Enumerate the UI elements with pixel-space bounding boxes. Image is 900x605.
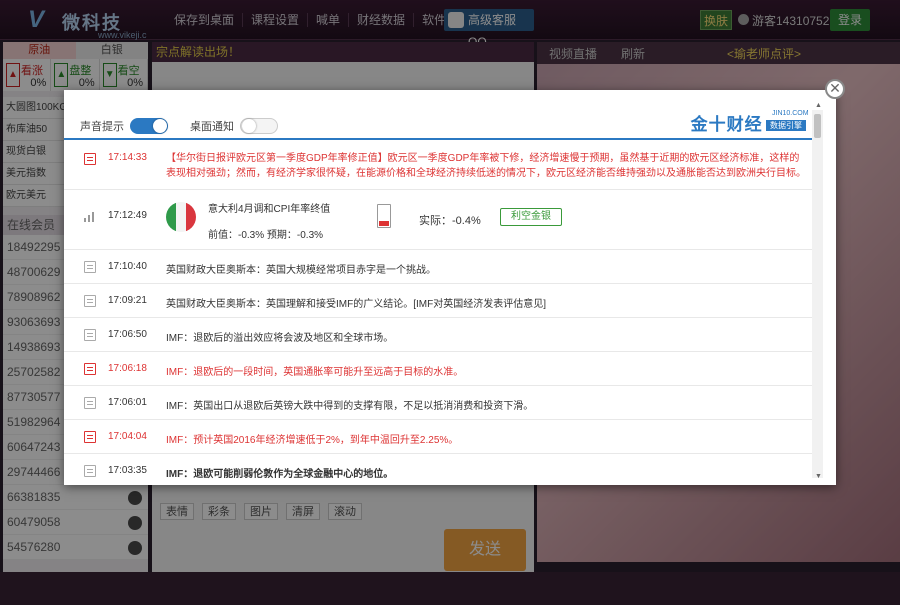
economic-data-item[interactable]: 17:12:49 意大利4月调和CPI年率终值 前值：-0.3% 预期：-0.3% 实… — [64, 190, 812, 250]
document-icon — [84, 363, 96, 375]
data-title: 意大利4月调和CPI年率终值 — [208, 204, 331, 215]
document-icon — [84, 465, 96, 477]
scroll-thumb[interactable] — [814, 114, 821, 138]
desktop-toggle-label: 桌面通知 — [190, 121, 234, 133]
document-icon — [84, 397, 96, 409]
scroll-down-icon[interactable]: ▼ — [815, 473, 822, 480]
news-time: 17:06:01 — [108, 397, 147, 408]
italy-flag-icon — [166, 202, 196, 232]
news-time: 17:09:21 — [108, 295, 147, 306]
data-actual: 实际：-0.4% — [419, 215, 481, 227]
modal-header: 声音提示 桌面通知 金十财经 JIN10.COM 数据引擎 — [64, 90, 812, 140]
news-item[interactable]: 17:04:04 IMF：预计英国2016年经济增速低于2%，到年中温回升至2.2… — [64, 420, 812, 454]
toggle-knob — [153, 119, 167, 133]
news-time: 17:06:50 — [108, 329, 147, 340]
document-icon — [84, 329, 96, 341]
notification-toggles: 声音提示 桌面通知 — [80, 118, 300, 134]
news-time: 17:06:18 — [108, 363, 147, 374]
news-item[interactable]: 17:03:35 IMF：退欧可能削弱伦敦作为全球金融中心的地位。 — [64, 454, 812, 485]
close-icon[interactable]: ✕ — [825, 79, 845, 99]
news-text: IMF：退欧后的一段时间，英国通胀率可能升至远高于目标的水准。 — [166, 367, 464, 378]
news-item[interactable]: 17:06:18 IMF：退欧后的一段时间，英国通胀率可能升至远高于目标的水准。 — [64, 352, 812, 386]
jin10-brand[interactable]: 金十财经 JIN10.COM 数据引擎 — [690, 110, 809, 134]
news-time: 17:12:49 — [108, 210, 147, 221]
toggle-knob — [242, 119, 256, 133]
news-text: IMF：预计英国2016年经济增速低于2%，到年中温回升至2.25%。 — [166, 435, 459, 446]
brand-tag: 数据引擎 — [766, 120, 806, 131]
bar-chart-icon — [84, 212, 96, 222]
news-flash-modal: 声音提示 桌面通知 金十财经 JIN10.COM 数据引擎 17:14:33 【华… — [64, 90, 836, 485]
document-icon — [84, 153, 96, 165]
news-text: IMF：英国出口从退欧后英镑大跌中得到的支撑有限，不足以抵消消费和投资下滑。 — [166, 401, 534, 412]
document-icon — [84, 295, 96, 307]
sound-toggle-label: 声音提示 — [80, 121, 124, 133]
news-item[interactable]: 17:06:50 IMF：退欧后的溢出效应将会波及地区和全球市场。 — [64, 318, 812, 352]
news-text: 英国财政大臣奥斯本：英国理解和接受IMF的广义结论。[IMF对英国经济发表评估意… — [166, 299, 546, 310]
document-icon — [84, 261, 96, 273]
impact-badge: 利空金银 — [500, 208, 562, 226]
scroll-up-icon[interactable]: ▲ — [815, 102, 822, 109]
news-time: 17:10:40 — [108, 261, 147, 272]
news-item[interactable]: 17:06:01 IMF：英国出口从退欧后英镑大跌中得到的支撑有限，不足以抵消消费… — [64, 386, 812, 420]
news-text: IMF：退欧可能削弱伦敦作为全球金融中心的地位。 — [166, 469, 394, 480]
sound-toggle[interactable] — [130, 118, 168, 134]
impact-level-icon — [377, 204, 391, 228]
desktop-toggle[interactable] — [240, 118, 278, 134]
news-time: 17:03:35 — [108, 465, 147, 476]
news-text: IMF：退欧后的溢出效应将会波及地区和全球市场。 — [166, 333, 394, 344]
news-scrollbar[interactable]: ▲ ▼ — [812, 102, 823, 480]
news-text: 【华尔街日报评欧元区第一季度GDP年率修正值】欧元区一季度GDP年率被下修，经济… — [166, 153, 806, 179]
news-item[interactable]: 17:10:40 英国财政大臣奥斯本：英国大规模经常项目赤字是一个挑战。 — [64, 250, 812, 284]
brand-name: 金十财经 — [690, 115, 763, 134]
news-item[interactable]: 17:09:21 英国财政大臣奥斯本：英国理解和接受IMF的广义结论。[IMF对英… — [64, 284, 812, 318]
news-list[interactable]: 17:14:33 【华尔街日报评欧元区第一季度GDP年率修正值】欧元区一季度GDP… — [64, 142, 812, 485]
brand-domain: JIN10.COM — [772, 110, 809, 117]
impact-level-fill — [379, 220, 389, 226]
document-icon — [84, 431, 96, 443]
news-time: 17:04:04 — [108, 431, 147, 442]
data-previous-forecast: 前值：-0.3% 预期：-0.3% — [208, 230, 324, 241]
news-text: 英国财政大臣奥斯本：英国大规模经常项目赤字是一个挑战。 — [166, 265, 436, 276]
news-time: 17:14:33 — [108, 152, 147, 163]
news-item[interactable]: 17:14:33 【华尔街日报评欧元区第一季度GDP年率修正值】欧元区一季度GDP… — [64, 142, 812, 190]
